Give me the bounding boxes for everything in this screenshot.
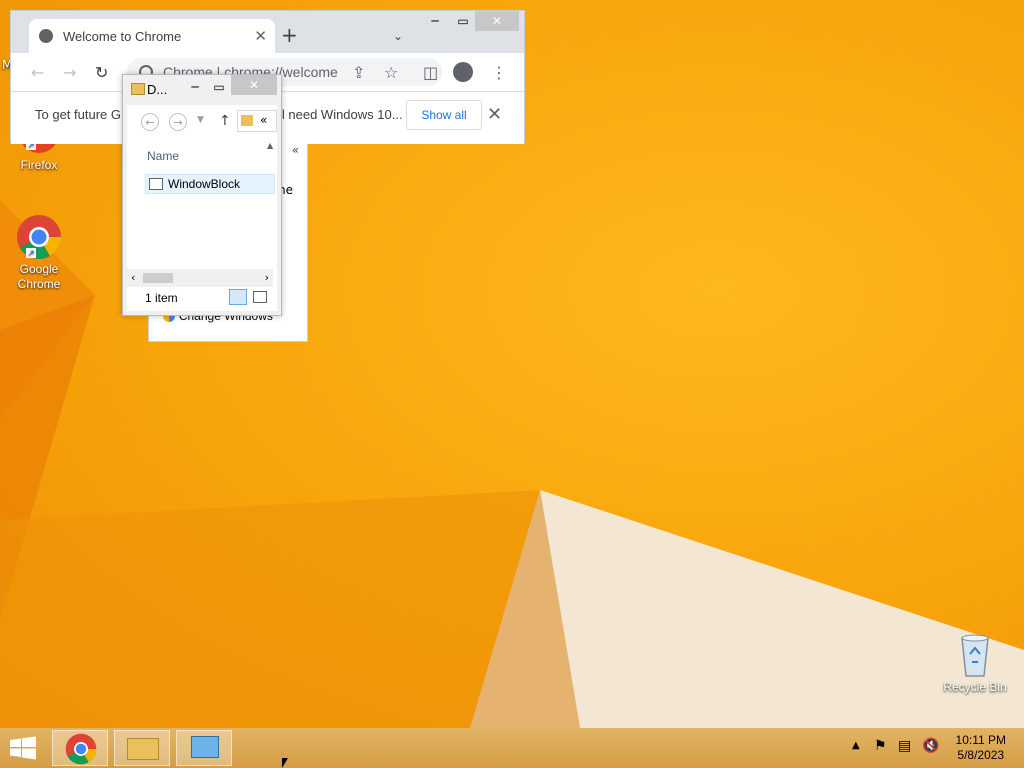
up-arrow-icon[interactable]: ↑ [219,113,231,129]
back-arrow-icon[interactable]: ← [31,63,44,82]
minimize-button[interactable]: ─ [421,11,449,31]
globe-icon [39,29,53,43]
background-collapse-button[interactable]: « [292,143,299,157]
show-all-button[interactable]: Show all [406,100,482,130]
address-collapse-icon[interactable]: « [260,113,267,127]
infobar-text-right: ll need Windows 10... [279,107,403,122]
scroll-right-icon[interactable]: › [265,271,269,284]
tab-welcome[interactable]: Welcome to Chrome ✕ [29,19,275,53]
desktop-icon-label: Recycle Bin [943,680,1007,694]
large-icons-view-icon[interactable] [253,291,267,303]
share-icon[interactable]: ⇪ [352,63,365,82]
vertical-scroll-up-icon[interactable]: ▲ [267,141,273,150]
status-bar-count: 1 item [145,291,178,305]
file-name: WindowBlock [168,177,241,191]
recent-locations-chevron-icon[interactable]: ▼ [197,115,204,125]
show-hidden-icons-chevron-icon[interactable]: ▲ [852,740,860,751]
chrome-icon: ↗ [16,214,62,260]
taskbar: ▲ ⚑ ▤ 🔇 10:11 PM 5/8/2023 [0,728,1024,768]
explorer-nav-bar: ← → ▼ ↑ « [127,105,277,139]
mouse-cursor-icon [282,758,288,768]
windows-logo-icon [10,736,36,760]
desktop-icon-google-chrome[interactable]: ↗ Google Chrome [4,214,74,292]
folder-icon [131,83,145,95]
address-bar[interactable]: « [237,110,277,132]
infobar-close-icon[interactable]: ✕ [487,104,502,125]
app-window-icon [149,178,163,190]
explorer-title: D... [147,82,168,97]
explorer-close-button[interactable]: ✕ [231,75,277,95]
scroll-thumb[interactable] [143,273,173,283]
taskbar-file-explorer[interactable] [114,730,170,766]
clock-date: 5/8/2023 [957,748,1005,762]
control-panel-icon [191,736,219,758]
file-row[interactable]: WindowBlock [145,174,275,194]
taskbar-control-panel[interactable] [176,730,232,766]
infobar-text-left: To get future G [35,107,121,122]
tab-title: Welcome to Chrome [63,29,182,44]
clock-time: 10:11 PM [955,733,1006,747]
bookmark-star-icon[interactable]: ☆ [384,63,398,82]
maximize-button[interactable]: ▭ [449,11,477,31]
file-explorer-icon [127,738,159,760]
menu-dots-icon[interactable]: ⋮ [491,63,507,82]
recycle-bin-icon [952,632,998,678]
address-folder-icon [241,115,253,126]
desktop-icon-recycle-bin[interactable]: Recycle Bin [940,632,1010,695]
profile-icon[interactable] [453,62,473,82]
action-center-flag-icon[interactable]: ⚑ [874,738,887,754]
explorer-body: ← → ▼ ↑ « ▲ Name WindowBlock ‹ › 1 item [127,105,277,311]
desktop-icon-label: Firefox [20,158,58,172]
volume-muted-icon[interactable]: 🔇 [922,738,939,754]
explorer-forward-icon[interactable]: → [169,113,187,131]
forward-arrow-icon[interactable]: → [63,63,76,82]
explorer-back-icon[interactable]: ← [141,113,159,131]
reload-icon[interactable]: ↻ [95,63,108,82]
column-header-name[interactable]: Name [147,149,179,163]
details-view-icon[interactable] [229,289,247,305]
file-explorer-window[interactable]: D... ─ ▭ ✕ ← → ▼ ↑ « ▲ Name WindowBlock [122,74,282,316]
side-panel-icon[interactable]: ◫ [423,63,438,82]
tab-close-icon[interactable]: ✕ [254,27,267,45]
network-icon[interactable]: ▤ [898,738,911,754]
taskbar-clock[interactable]: 10:11 PM 5/8/2023 [956,733,1006,763]
chrome-icon [65,733,97,765]
horizontal-scrollbar[interactable]: ‹ › [127,269,273,287]
explorer-minimize-button[interactable]: ─ [183,77,207,97]
scroll-left-icon[interactable]: ‹ [131,271,135,284]
taskbar-chrome[interactable] [52,730,108,766]
desktop: M ↗ Firefox ↗ Google Chrome Recycle Bin … [0,0,1024,728]
explorer-maximize-button[interactable]: ▭ [207,77,231,97]
tab-search-chevron-icon[interactable]: ⌄ [393,29,403,43]
new-tab-button[interactable]: + [281,25,298,45]
start-button[interactable] [8,736,38,760]
close-button[interactable]: ✕ [475,11,519,31]
desktop-icon-label: Google Chrome [17,262,61,291]
